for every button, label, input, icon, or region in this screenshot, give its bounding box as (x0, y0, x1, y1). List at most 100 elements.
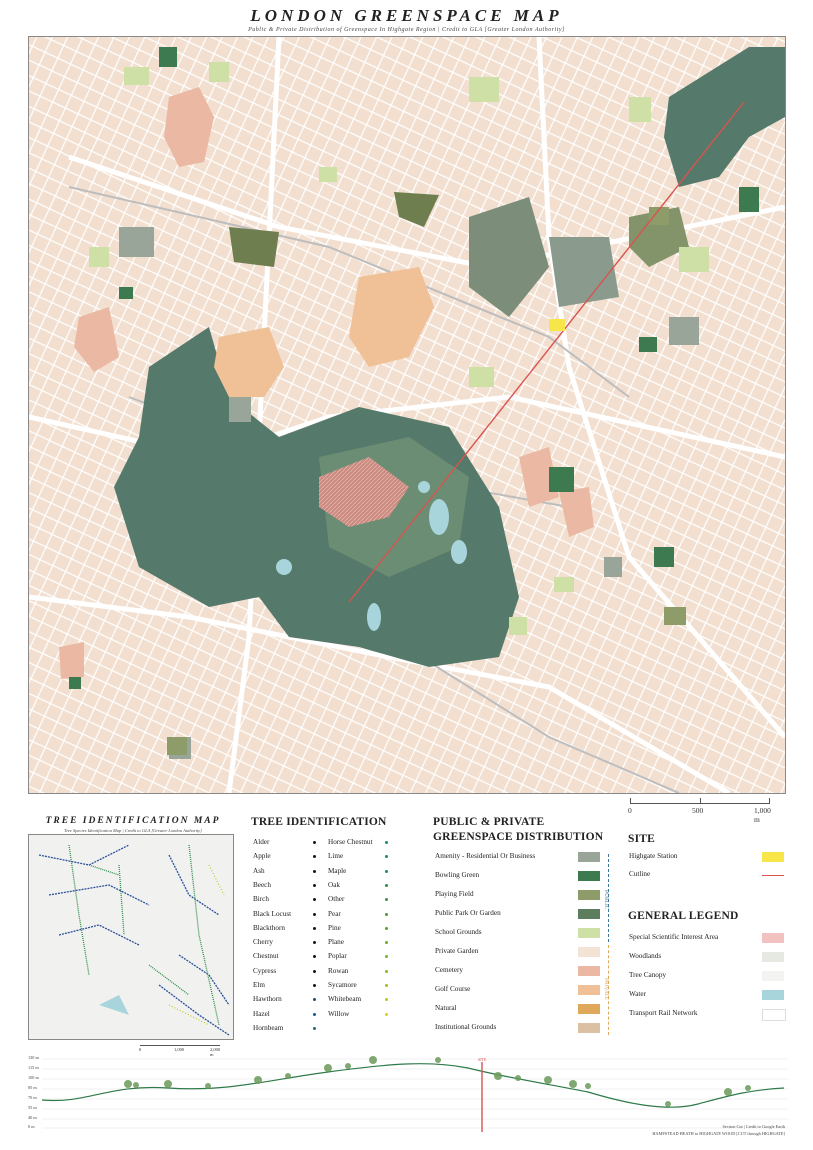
legend-dot (385, 912, 388, 916)
legend-dot (385, 969, 388, 973)
scale-bar-line (140, 1045, 220, 1046)
legend-label: Beech (253, 880, 271, 889)
tree-map-title: TREE IDENTIFICATION MAP (45, 816, 221, 826)
map-title: LONDON GREENSPACE MAP (250, 6, 563, 25)
legend-swatch (578, 1023, 600, 1033)
legend-dot (313, 855, 316, 859)
legend-label: Apple (253, 852, 271, 861)
legend-dot (313, 898, 316, 902)
tree-identification-map[interactable] (28, 834, 234, 1040)
section-site-marker-label: SITE (478, 1057, 487, 1062)
legend-dot (313, 984, 316, 987)
distribution-heading-line2: GREENSPACE DISTRIBUTION (433, 831, 604, 843)
legend-label: Hawthorn (253, 995, 282, 1004)
legend-label: Maple (328, 866, 347, 875)
legend-dot (313, 1012, 316, 1016)
legend-swatch (578, 1004, 600, 1014)
legend-label: Public Park Or Garden (435, 909, 501, 917)
scale-tick (630, 798, 631, 804)
tree-lines-yellow (168, 864, 225, 1026)
legend-label: Natural (435, 1004, 457, 1012)
tree-lines-blue (38, 844, 230, 1036)
legend-swatch (578, 871, 600, 881)
legend-label: Pear (328, 909, 341, 918)
legend-row: Plane (328, 938, 398, 952)
legend-label: Cutline (629, 870, 651, 878)
legend-row: Water (629, 990, 789, 1009)
legend-label: Pine (328, 923, 341, 932)
legend-label: Horse Chestnut (328, 838, 373, 846)
legend-row: Special Scientific Interest Area (629, 933, 789, 952)
legend-row: Tree Canopy (629, 971, 789, 990)
legend-row: Sycamore (328, 981, 398, 995)
legend-row: Rowan (328, 967, 398, 981)
legend-row: Cemetery (435, 966, 610, 985)
legend-row: Pine (328, 924, 398, 938)
legend-label: Alder (253, 838, 270, 846)
cemetery-5 (59, 642, 84, 679)
legend-label: Ash (253, 866, 265, 875)
y-tick-label: 0 m (28, 1124, 35, 1129)
scale-tick (700, 798, 701, 804)
legend-swatch (762, 990, 784, 1000)
y-tick-label: 100 m (28, 1075, 39, 1080)
y-tick-label: 55 m (28, 1105, 37, 1110)
private-label: PRIVATE (603, 978, 609, 1000)
legend-label: Cypress (253, 966, 277, 975)
tree-map-subtitle: Tree Species Identification Map | Credit… (64, 828, 202, 833)
legend-row: Black Locust (253, 910, 323, 924)
legend-row: Oak (328, 881, 398, 895)
legend-row: Institutional Grounds (435, 1023, 610, 1042)
legend-row: Woodlands (629, 952, 789, 971)
scale-tick (769, 798, 770, 804)
legend-label: Chestnut (253, 952, 279, 961)
legend-label: Black Locust (253, 909, 292, 918)
y-tick-label: 70 m (28, 1095, 37, 1100)
legend-dot (385, 955, 388, 959)
highgate-station (549, 319, 565, 331)
greenspace-map[interactable] (28, 36, 786, 794)
legend-row: Pear (328, 910, 398, 924)
legend-dot (385, 941, 388, 945)
map-subtitle: Public & Private Distribution of Greensp… (248, 27, 565, 33)
tree-identification-heading: TREE IDENTIFICATION (251, 816, 387, 828)
legend-row: Amenity - Residential Or Business (435, 852, 610, 871)
legend-label: Transport Rail Network (629, 1009, 698, 1017)
legend-label: Blackthorn (253, 923, 285, 932)
y-tick-label: 85 m (28, 1085, 37, 1090)
legend-label: Whitebeam (328, 995, 362, 1004)
legend-row: School Grounds (435, 928, 610, 947)
legend-label: Hazel (253, 1009, 270, 1018)
legend-dot (313, 869, 316, 873)
legend-swatch (762, 852, 784, 862)
legend-label: Amenity - Residential Or Business (435, 852, 536, 860)
legend-label: Cherry (253, 938, 273, 947)
legend-label: Other (328, 895, 345, 904)
site-heading: SITE (628, 833, 656, 845)
legend-swatch (578, 852, 600, 862)
legend-label: Highgate Station (629, 852, 678, 860)
legend-label: Plane (328, 938, 344, 947)
legend-dot (385, 841, 388, 844)
legend-row: Highgate Station (629, 852, 789, 870)
legend-swatch (578, 928, 600, 938)
legend-row: Apple (253, 852, 323, 866)
legend-row: Private Garden (435, 947, 610, 966)
legend-row: Cypress (253, 967, 323, 981)
legend-row: Playing Field (435, 890, 610, 909)
y-tick-label: 40 m (28, 1115, 37, 1120)
legend-row: Elm (253, 981, 323, 995)
legend-dot (385, 898, 388, 902)
legend-dot (385, 855, 388, 859)
legend-swatch (762, 971, 784, 981)
legend-row: Other (328, 895, 398, 909)
section-gridlines (42, 1058, 788, 1129)
legend-dot (385, 998, 388, 1002)
legend-dot (385, 926, 388, 930)
section-y-axis: 130 m 115 m 100 m 85 m 70 m 55 m 40 m 0 … (28, 1055, 48, 1135)
legend-label: School Grounds (435, 928, 482, 936)
legend-label: Special Scientific Interest Area (629, 933, 719, 941)
y-tick-label: 130 m (28, 1055, 39, 1060)
legend-row: Cutline (629, 870, 789, 888)
public-label: PUBLIC (603, 890, 609, 910)
